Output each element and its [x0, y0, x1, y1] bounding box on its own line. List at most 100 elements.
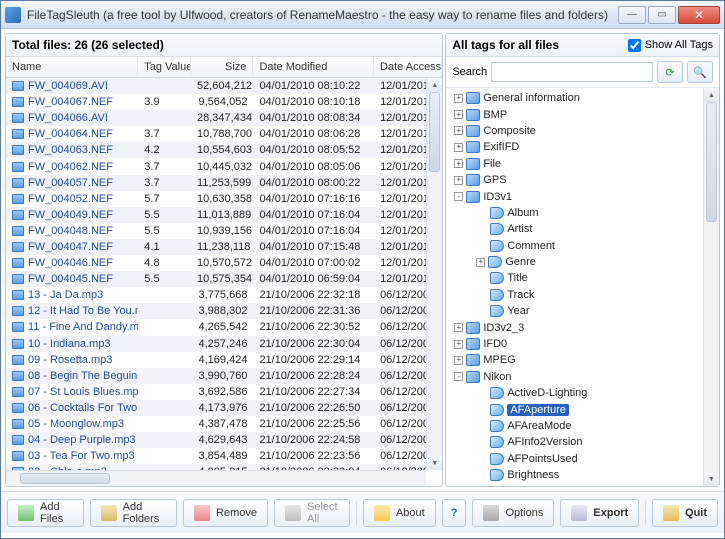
file-row[interactable]: 10 - Indiana.mp34,257,24621/10/2006 22:3…	[6, 336, 442, 352]
export-button[interactable]: Export	[560, 499, 639, 527]
file-row[interactable]: 04 - Deep Purple.mp34,629,64321/10/2006 …	[6, 432, 442, 448]
file-row[interactable]: FW_004062.NEF3.710,445,03204/01/2010 08:…	[6, 158, 442, 174]
minimize-button[interactable]: —	[618, 6, 646, 24]
tree-node[interactable]: +File	[450, 156, 715, 172]
col-modified[interactable]: Date Modified	[253, 57, 374, 77]
tree-node[interactable]: Track	[450, 287, 715, 303]
tree-node[interactable]: Comment	[450, 238, 715, 254]
expand-icon[interactable]: +	[454, 176, 463, 185]
maximize-button[interactable]: ▭	[648, 6, 676, 24]
hscroll-thumb[interactable]	[20, 473, 110, 484]
file-icon	[12, 258, 24, 268]
expand-icon[interactable]: +	[454, 94, 463, 103]
file-row[interactable]: FW_004057.NEF3.711,253,59904/01/2010 08:…	[6, 175, 442, 191]
file-row[interactable]: FW_004047.NEF4.111,238,11804/01/2010 07:…	[6, 239, 442, 255]
tree-node[interactable]: +Composite	[450, 123, 715, 139]
file-row[interactable]: 05 - Moonglow.mp34,387,47821/10/2006 22:…	[6, 416, 442, 432]
quit-button[interactable]: Quit	[652, 499, 718, 527]
col-tag-value[interactable]: Tag Value	[138, 57, 191, 77]
show-all-tags-input[interactable]	[628, 39, 641, 52]
col-accessed[interactable]: Date Access	[374, 57, 442, 77]
file-row[interactable]: FW_004048.NEF5.510,939,15604/01/2010 07:…	[6, 223, 442, 239]
scroll-up-icon[interactable]: ▲	[704, 88, 719, 102]
refresh-button[interactable]: ⟳	[657, 61, 683, 83]
file-hscrollbar[interactable]	[6, 470, 426, 486]
tree-node[interactable]: Year	[450, 303, 715, 319]
tree-node[interactable]: +ExifIFD	[450, 139, 715, 155]
expand-icon[interactable]: -	[454, 372, 463, 381]
expand-icon[interactable]: -	[454, 192, 463, 201]
search-button[interactable]: 🔍	[687, 61, 713, 83]
tree-node[interactable]: +ID3v2_3	[450, 319, 715, 335]
expand-icon[interactable]: +	[454, 110, 463, 119]
tree-node[interactable]: + MPEG	[450, 352, 715, 368]
scroll-thumb[interactable]	[706, 102, 717, 222]
size-cell: 28,347,434	[191, 112, 253, 124]
file-row[interactable]: 12 - It Had To Be You.mp33,988,30221/10/…	[6, 303, 442, 319]
expand-icon[interactable]: +	[454, 323, 463, 332]
close-button[interactable]: ✕	[678, 6, 720, 24]
add-folders-button[interactable]: Add Folders	[90, 499, 177, 527]
file-rows: FW_004069.AVI52,604,21204/01/2010 08:10:…	[6, 78, 442, 470]
file-row[interactable]: 09 - Rosetta.mp34,169,42421/10/2006 22:2…	[6, 352, 442, 368]
file-row[interactable]: FW_004064.NEF3.710,788,70004/01/2010 08:…	[6, 126, 442, 142]
tree-node[interactable]: +IFD0	[450, 336, 715, 352]
tree-node[interactable]: Album	[450, 205, 715, 221]
file-row[interactable]: FW_004069.AVI52,604,21204/01/2010 08:10:…	[6, 78, 442, 94]
tree-node[interactable]: ActiveD-Lighting	[450, 385, 715, 401]
expand-icon[interactable]: +	[454, 143, 463, 152]
help-button[interactable]: ?	[442, 499, 467, 527]
tree-node[interactable]: +BMP	[450, 106, 715, 122]
file-row[interactable]: 06 - Cocktails For Two.mp34,173,97621/10…	[6, 400, 442, 416]
col-name[interactable]: Name	[6, 57, 138, 77]
scroll-up-icon[interactable]: ▲	[427, 78, 442, 92]
tree-node[interactable]: +Genre	[450, 254, 715, 270]
tree-node[interactable]: AFInfo2Version	[450, 434, 715, 450]
tree-node[interactable]: Title	[450, 270, 715, 286]
file-row[interactable]: 11 - Fine And Dandy.mp34,265,54221/10/20…	[6, 319, 442, 335]
file-row[interactable]: FW_004046.NEF4.810,570,57204/01/2010 07:…	[6, 255, 442, 271]
tree-node[interactable]: AFPointsUsed	[450, 451, 715, 467]
file-row[interactable]: FW_004045.NEF5.510,575,35404/01/2010 06:…	[6, 271, 442, 287]
tree-node[interactable]: Brightness	[450, 467, 715, 483]
remove-button[interactable]: Remove	[183, 499, 268, 527]
about-button[interactable]: About	[363, 499, 436, 527]
scroll-thumb[interactable]	[429, 92, 440, 172]
search-input[interactable]	[491, 62, 653, 82]
file-row[interactable]: FW_004066.AVI28,347,43404/01/2010 08:08:…	[6, 110, 442, 126]
expand-icon[interactable]: +	[454, 159, 463, 168]
expand-icon[interactable]: +	[454, 356, 463, 365]
file-name-cell: FW_004064.NEF	[6, 128, 138, 140]
file-row[interactable]: FW_004067.NEF3.99,564,05204/01/2010 08:1…	[6, 94, 442, 110]
col-size[interactable]: Size	[191, 57, 253, 77]
add-files-button[interactable]: Add Files	[7, 499, 84, 527]
tree-node[interactable]: -Nikon	[450, 369, 715, 385]
show-all-tags-checkbox[interactable]: Show All Tags	[628, 39, 713, 52]
tree-node[interactable]: AFAreaMode	[450, 418, 715, 434]
scroll-down-icon[interactable]: ▼	[704, 472, 719, 486]
tree-label: MPEG	[483, 354, 515, 366]
scroll-down-icon[interactable]: ▼	[427, 456, 442, 470]
tree-node[interactable]: Artist	[450, 221, 715, 237]
file-row[interactable]: FW_004049.NEF5.511,013,88904/01/2010 07:…	[6, 207, 442, 223]
options-button[interactable]: Options	[472, 499, 554, 527]
file-row[interactable]: FW_004063.NEF4.210,554,60304/01/2010 08:…	[6, 142, 442, 158]
file-row[interactable]: 03 - Tea For Two.mp33,854,48921/10/2006 …	[6, 448, 442, 464]
expand-icon[interactable]: +	[454, 126, 463, 135]
file-icon	[12, 194, 24, 204]
tree-node[interactable]: ColorSpace	[450, 483, 715, 486]
file-row[interactable]: 08 - Begin The Beguine.mp33,990,76021/10…	[6, 368, 442, 384]
file-vscrollbar[interactable]: ▲ ▼	[426, 78, 442, 470]
file-row[interactable]: 07 - St Louis Blues.mp33,692,58621/10/20…	[6, 384, 442, 400]
tree-node[interactable]: +General information	[450, 90, 715, 106]
expand-icon[interactable]: +	[454, 340, 463, 349]
tree-node[interactable]: -ID3v1	[450, 188, 715, 204]
search-icon: 🔍	[693, 66, 707, 79]
tree-node[interactable]: +GPS	[450, 172, 715, 188]
tree-node[interactable]: AFAperture	[450, 401, 715, 417]
tree-vscrollbar[interactable]: ▲ ▼	[703, 88, 719, 486]
expand-icon[interactable]: +	[476, 258, 485, 267]
file-row[interactable]: FW_004052.NEF5.710,630,35804/01/2010 07:…	[6, 191, 442, 207]
select-all-button[interactable]: Select All	[274, 499, 350, 527]
file-row[interactable]: 13 - Ja Da.mp33,775,66821/10/2006 22:32:…	[6, 287, 442, 303]
